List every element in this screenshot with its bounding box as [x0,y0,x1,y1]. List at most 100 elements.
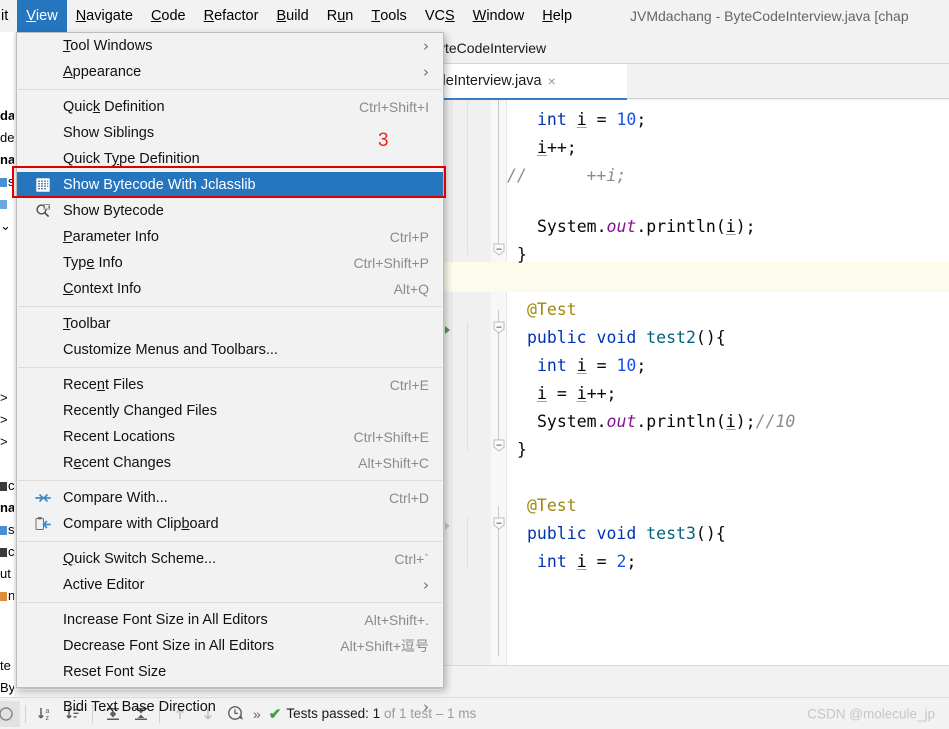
menu-item-increase-font-size-in-all-editors[interactable]: Increase Font Size in All Editors Alt+Shi… [17,607,443,633]
menu-item-show-bytecode-with-jclasslib[interactable]: Show Bytecode With Jclasslib [17,172,443,198]
project-tree-item[interactable]: s [0,174,14,189]
code-token: (){ [695,328,726,347]
code-line: System.out.println(i);//10 [537,412,795,432]
menubar-item-view[interactable]: View [17,0,67,32]
menu-item-compare-with[interactable]: Compare With... Ctrl+D [17,485,443,511]
code-token: ++; [546,138,577,157]
menu-item-recent-changes[interactable]: Recent Changes Alt+Shift+C [17,450,443,476]
code-text[interactable]: int i = 10; i++;// ++i; System.out.println… [507,100,949,665]
menu-item-show-bytecode[interactable]: Show Bytecode [17,198,443,224]
project-tree-label: ⌄ [0,218,11,233]
code-token: i [576,552,587,571]
project-tree-item[interactable]: s [0,522,14,537]
menu-item-quick-switch-scheme[interactable]: Quick Switch Scheme... Ctrl+` [17,546,443,572]
code-editor[interactable]: int i = 10; i++;// ++i; System.out.println… [444,100,949,665]
annotation-gutter[interactable] [444,100,452,665]
menu-item-active-editor[interactable]: Active Editor › [17,572,443,598]
code-line: public void test3(){ [527,524,726,544]
menu-item-recent-locations[interactable]: Recent Locations Ctrl+Shift+E [17,424,443,450]
editor-tabstrip: teCodeInterview.java × [444,64,949,100]
project-tree-item[interactable]: c [0,478,14,493]
window-title: JVMdachang - ByteCodeInterview.java [cha… [630,8,909,24]
project-tree-item[interactable]: n [0,588,14,603]
code-token: i [725,412,736,431]
menu-item-compare-with-clipboard[interactable]: Compare with Clipboard [17,511,443,537]
project-tree-item[interactable]: nap [0,500,14,515]
code-token: i [576,356,587,375]
fold-marker-collapse-icon[interactable] [491,242,507,257]
project-tree-label: By [0,680,14,695]
project-tree-item[interactable]: > [0,390,8,405]
menu-item-label: Appearance [63,64,142,80]
project-tree-item[interactable]: > [0,412,8,427]
chevron-right-icon: › [423,36,429,55]
menubar-item-it[interactable]: it [0,0,17,32]
fold-marker-expand-icon[interactable] [491,516,507,531]
run-test-gutter-icon[interactable] [445,522,450,530]
menu-item-customize-menus-and-toolbars[interactable]: Customize Menus and Toolbars... [17,337,443,363]
project-tree-item[interactable]: da [0,108,14,123]
menubar-item-help[interactable]: Help [533,0,581,32]
code-folding-rail[interactable] [491,100,507,665]
code-token: 10 [616,110,637,129]
project-tree-item[interactable]: dea [0,130,14,145]
menu-item-label: Bidi Text Base Direction [63,699,216,715]
editor-bottom-panel [444,665,949,698]
menu-item-label: Recent Locations [63,429,176,445]
code-token: ; [636,356,647,375]
code-token: test2 [646,328,696,347]
code-line: int i = 2; [537,552,636,572]
code-line: @Test [527,300,577,320]
project-tree-item[interactable]: c [0,544,14,559]
menu-item-toolbar[interactable]: Toolbar [17,311,443,337]
menu-item-recent-files[interactable]: Recent Files Ctrl+E [17,372,443,398]
menubar-item-refactor[interactable]: Refactor [195,0,268,32]
menu-item-shortcut: Ctrl+Shift+E [353,429,429,445]
menu-item-type-info[interactable]: Type Info Ctrl+Shift+P [17,250,443,276]
menu-item-reset-font-size[interactable]: Reset Font Size [17,659,443,685]
code-line: i++; [537,138,577,158]
code-token: out [606,412,637,431]
code-token: i [537,384,547,403]
magnifier-code-icon [35,203,51,219]
project-tree-item[interactable]: ⌄ [0,218,11,234]
project-tree-item[interactable]: te [0,658,11,673]
menubar-item-navigate[interactable]: Navigate [67,0,142,32]
fold-marker-expand-icon[interactable] [491,320,507,335]
menubar-item-code[interactable]: Code [142,0,195,32]
close-icon[interactable]: × [548,74,556,88]
breadcrumb[interactable]: yteCodeInterview [444,32,949,64]
menu-item-decrease-font-size-in-all-editors[interactable]: Decrease Font Size in All Editors Alt+Shi… [17,633,443,659]
menu-item-shortcut: Alt+Shift+. [364,612,429,628]
code-token: public void [527,328,647,347]
menubar-item-build[interactable]: Build [267,0,317,32]
code-token: = [586,110,617,129]
menu-item-label: Tool Windows [63,38,153,54]
project-tree-item[interactable]: By [0,680,14,695]
menu-item-context-info[interactable]: Context Info Alt+Q [17,276,443,302]
project-tree-item[interactable] [0,196,8,211]
project-tree-strip[interactable]: dadeanaps⌄>>>cnapscutnteBy [0,32,14,697]
run-test-gutter-icon[interactable] [445,326,450,334]
menu-item-parameter-info[interactable]: Parameter Info Ctrl+P [17,224,443,250]
code-token: (){ [695,524,726,543]
menu-item-tool-windows[interactable]: Tool Windows › [17,33,443,59]
menubar-item-window[interactable]: Window [464,0,534,32]
menu-item-recently-changed-files[interactable]: Recently Changed Files [17,398,443,424]
project-tree-label: s [8,522,14,537]
menu-item-appearance[interactable]: Appearance › [17,59,443,85]
project-tree-label: c [8,544,14,559]
file-type-icon [0,548,7,557]
menubar-item-tools[interactable]: Tools [362,0,415,32]
menu-item-bidi-text-base-direction[interactable]: Bidi Text Base Direction › [17,694,443,720]
menu-item-quick-definition[interactable]: Quick Definition Ctrl+Shift+I [17,94,443,120]
menubar-item-vcs[interactable]: VC S [416,0,464,32]
project-tree-item[interactable]: ut [0,566,11,581]
menubar-item-run[interactable]: Run [318,0,363,32]
file-type-icon [0,482,7,491]
fold-marker-collapse-icon[interactable] [491,438,507,453]
project-tree-item[interactable]: nap [0,152,14,167]
editor-tab-bytecodeinterview[interactable]: teCodeInterview.java × [444,64,627,100]
project-tree-item[interactable]: > [0,434,8,449]
project-tree-label: > [0,412,8,427]
